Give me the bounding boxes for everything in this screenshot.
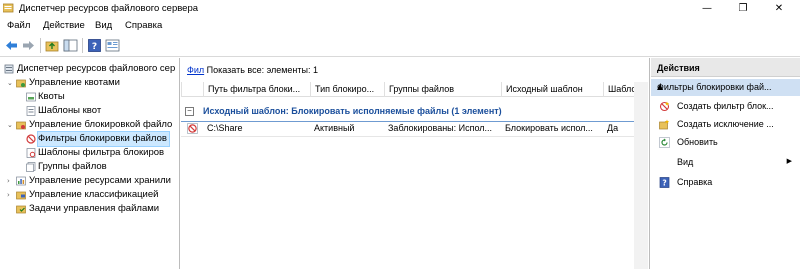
back-icon[interactable] (4, 38, 19, 53)
collapse-arrow-icon[interactable]: ▲ (657, 82, 794, 91)
column-header-matches-template[interactable]: Шабло... (603, 82, 634, 97)
action-label: Создать фильтр блок... (677, 101, 774, 111)
column-header-file-groups[interactable]: Группы файлов (384, 82, 501, 97)
tree-label: Фильтры блокировки файлов (37, 131, 170, 147)
tree-label: Управление квотами (29, 77, 120, 88)
submenu-arrow-icon: ▶ (786, 157, 792, 165)
template-icon (26, 106, 36, 116)
cell-file-groups: Заблокированы: Испол... (388, 123, 493, 133)
console-tree: Диспетчер ресурсов файлового сер ⌄ Управ… (0, 58, 180, 269)
actions-header: Действия (651, 58, 800, 77)
file-screen-icon (187, 123, 198, 134)
properties-icon[interactable] (105, 38, 120, 53)
menu-action[interactable]: Действие (43, 20, 85, 31)
tree-label: Группы файлов (38, 161, 107, 172)
cell-source-template: Блокировать испол... (505, 123, 593, 133)
quota-folder-icon (16, 79, 26, 88)
action-label: Справка (677, 177, 713, 187)
cell-path: C:\Share (207, 123, 243, 133)
help-icon: ? (659, 177, 670, 188)
svg-text:?: ? (92, 42, 97, 52)
create-file-screen-icon (659, 101, 670, 112)
column-header-icon (181, 82, 203, 97)
refresh-icon (659, 137, 670, 148)
toolbar-separator (40, 38, 41, 53)
action-help[interactable]: ? Справка (651, 174, 800, 192)
group-header[interactable]: − Исходный шаблон: Блокировать исполняем… (181, 102, 641, 122)
window-title: Диспетчер ресурсов файлового сервера (19, 3, 199, 14)
tree-label: Диспетчер ресурсов файлового сер (17, 63, 176, 74)
toolbar-separator (82, 38, 83, 53)
show-hide-tree-icon[interactable] (63, 38, 78, 53)
server-icon (4, 64, 14, 74)
menu-bar: Файл Действие Вид Справка (0, 17, 800, 34)
maximize-button[interactable]: ❐ (728, 0, 758, 17)
group-collapse-icon[interactable]: − (185, 107, 194, 116)
cell-matches-template: Да (607, 123, 619, 133)
tree-label: Управление классификацией (29, 189, 159, 200)
action-create-exception[interactable]: Создать исключение ... (651, 116, 800, 134)
action-label: Создать исключение ... (677, 119, 774, 129)
results-pane: Фил Показать все: элементы: 1 Путь фильт… (181, 58, 650, 269)
filter-link[interactable]: Фил (187, 65, 204, 75)
file-screen-folder-icon (16, 121, 26, 130)
table-row[interactable]: C:\Share Активный Заблокированы: Испол..… (181, 121, 641, 137)
filter-status: Показать все: элементы: 1 (206, 65, 318, 75)
file-screen-template-icon (26, 148, 36, 158)
file-group-icon (26, 162, 36, 172)
tree-label: Шаблоны фильтра блокиров (38, 147, 165, 158)
actions-title: Действия (657, 63, 700, 73)
column-header-row: Путь фильтра блоки... Тип блокиро... Гру… (181, 82, 641, 97)
action-label: Обновить (677, 137, 718, 147)
action-refresh[interactable]: Обновить (651, 134, 800, 152)
up-folder-icon[interactable] (45, 38, 60, 53)
svg-text:?: ? (662, 179, 666, 188)
app-icon (3, 3, 14, 13)
storage-reports-icon (16, 176, 26, 186)
title-bar: Диспетчер ресурсов файлового сервера — ❐… (0, 0, 800, 17)
collapse-icon[interactable]: ⌄ (7, 76, 15, 90)
column-header-type[interactable]: Тип блокиро... (310, 82, 384, 97)
tree-label: Управление ресурсами хранили (29, 175, 171, 186)
forward-icon[interactable] (21, 38, 36, 53)
vertical-scrollbar[interactable] (634, 82, 648, 269)
group-header-label: Исходный шаблон: Блокировать исполняемые… (203, 106, 502, 116)
toolbar: ? (0, 34, 800, 57)
actions-section-file-screens[interactable]: Фильтры блокировки фай... ▲ (651, 79, 800, 96)
file-tasks-icon (16, 205, 26, 214)
action-view[interactable]: Вид ▶ (651, 154, 800, 172)
tree-label: Задачи управления файлами (29, 203, 160, 214)
collapse-icon[interactable]: ⌄ (7, 118, 15, 132)
expand-icon[interactable]: › (7, 188, 15, 202)
expand-icon[interactable]: › (7, 174, 15, 188)
help-icon[interactable]: ? (87, 38, 102, 53)
filter-bar: Фил Показать все: элементы: 1 (187, 65, 318, 75)
menu-view[interactable]: Вид (95, 20, 112, 31)
menu-file[interactable]: Файл (7, 20, 30, 31)
menu-help[interactable]: Справка (125, 20, 162, 31)
tree-label: Квоты (38, 91, 65, 102)
quota-icon (26, 92, 36, 102)
minimize-button[interactable]: — (692, 0, 722, 17)
action-label: Вид (677, 157, 694, 167)
tree-label: Шаблоны квот (38, 105, 102, 116)
column-header-path[interactable]: Путь фильтра блоки... (203, 82, 310, 97)
action-create-file-screen[interactable]: Создать фильтр блок... (651, 98, 800, 116)
column-header-source-template[interactable]: Исходный шаблон (501, 82, 603, 97)
tree-label: Управление блокировкой файло (29, 119, 173, 130)
actions-pane: Действия Фильтры блокировки фай... ▲ Соз… (651, 58, 800, 269)
classification-icon (16, 191, 26, 200)
create-exception-icon (659, 119, 670, 130)
close-button[interactable]: ✕ (764, 0, 794, 17)
file-screen-icon (26, 134, 36, 144)
cell-screen-type: Активный (314, 123, 355, 133)
